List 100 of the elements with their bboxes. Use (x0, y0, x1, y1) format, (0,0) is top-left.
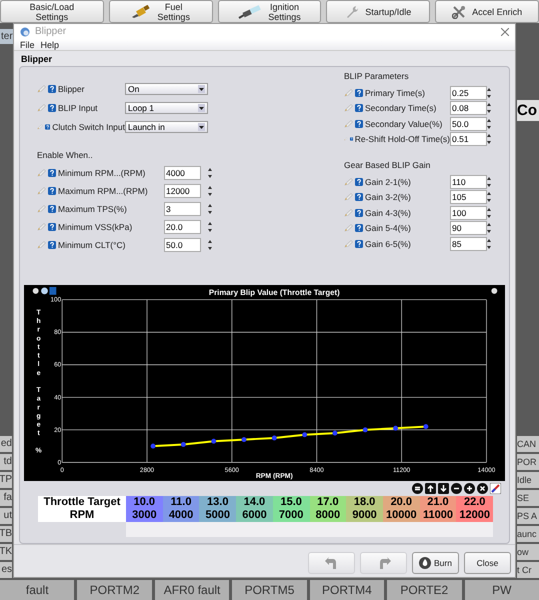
help-icon[interactable] (355, 178, 363, 186)
burn-button[interactable]: Burn (412, 552, 459, 574)
help-icon[interactable] (355, 224, 363, 232)
help-icon[interactable] (350, 135, 353, 144)
data-point[interactable] (180, 442, 186, 447)
spinner-icon[interactable] (208, 222, 212, 232)
table-cell[interactable]: 10.0 (134, 496, 156, 509)
table-column[interactable]: 11.0 4000 (162, 496, 200, 522)
toolbar-button[interactable]: Ignition Settings (218, 0, 322, 23)
help-icon[interactable] (355, 88, 363, 97)
number-field[interactable]: 4000 (164, 166, 201, 180)
data-point[interactable] (302, 432, 308, 438)
help-icon[interactable] (355, 104, 363, 112)
table-column[interactable]: 15.0 7000 (272, 496, 310, 522)
table-column[interactable]: 22.0 12000 (456, 496, 494, 522)
dropdown[interactable]: On (125, 82, 208, 94)
close-button[interactable]: Close (464, 552, 511, 574)
toolbar-button[interactable]: Fuel Settings (108, 0, 213, 23)
help-icon[interactable] (355, 208, 363, 217)
help-icon[interactable] (355, 120, 363, 128)
pen-icon[interactable] (490, 483, 501, 494)
help-icon[interactable] (48, 84, 56, 92)
chart-option-icon[interactable] (491, 288, 498, 294)
plus-icon[interactable] (464, 483, 475, 494)
minus-icon[interactable] (451, 483, 462, 494)
number-field[interactable]: 100 (450, 206, 487, 220)
table-cell: 4000 (168, 509, 194, 522)
table-column[interactable]: 13.0 5000 (199, 496, 236, 522)
number-field[interactable]: 20.0 (164, 220, 201, 234)
table-cell[interactable]: 21.0 (427, 496, 449, 509)
menu-item[interactable]: File (20, 40, 35, 50)
help-icon[interactable] (48, 223, 56, 231)
data-point[interactable] (150, 444, 156, 449)
gauge-label: ut (0, 508, 12, 524)
menu-item[interactable]: Help (40, 40, 60, 50)
toolbar-button[interactable]: Startup/Idle (326, 0, 430, 23)
table-cell[interactable]: 20.0 (390, 496, 412, 509)
toolbar-button[interactable]: Accel Enrich (435, 0, 539, 23)
number-field[interactable]: 50.0 (164, 238, 201, 252)
data-point[interactable] (423, 424, 428, 430)
table-column[interactable]: 21.0 11000 (420, 496, 456, 522)
table-cell: 12000 (459, 509, 490, 522)
dropdown[interactable]: Loop 1 (125, 102, 208, 114)
spinner-icon[interactable] (208, 168, 212, 178)
dashboard-heading: Co (517, 100, 539, 121)
number-field[interactable]: 3 (164, 202, 201, 216)
data-point[interactable] (211, 438, 216, 444)
arrow-up-icon[interactable] (425, 483, 436, 494)
side-tab[interactable]: ter (0, 29, 14, 44)
help-icon[interactable] (355, 193, 363, 202)
caret-icon (198, 104, 205, 112)
gauge-label: SE (517, 490, 539, 506)
help-icon[interactable] (48, 187, 56, 195)
number-field[interactable]: 0.25 (450, 86, 487, 100)
arrow-down-icon[interactable] (438, 483, 449, 494)
table-cell[interactable]: 17.0 (317, 496, 339, 509)
help-icon[interactable] (44, 122, 50, 130)
data-point[interactable] (362, 427, 368, 432)
number-field[interactable]: 12000 (164, 184, 201, 198)
number-field[interactable]: 0.51 (450, 132, 487, 146)
number-field[interactable]: 85 (450, 236, 487, 251)
table-column[interactable]: 20.0 10000 (382, 496, 420, 522)
number-field[interactable]: 50.0 (450, 116, 487, 131)
number-field[interactable]: 110 (450, 174, 487, 189)
table-cell[interactable]: 18.0 (354, 496, 376, 509)
equal-icon[interactable] (412, 483, 423, 494)
table-column[interactable]: 14.0 6000 (236, 496, 273, 522)
spinner-icon[interactable] (208, 186, 212, 196)
dropdown[interactable]: Launch in (125, 120, 208, 132)
field-label: Primary Time(s) (365, 88, 425, 98)
table-cell[interactable]: 11.0 (170, 496, 192, 509)
toolbar-button[interactable]: Basic/Load Settings (0, 0, 104, 23)
table-column[interactable]: 10.0 3000 (126, 496, 163, 522)
table-cell[interactable]: 22.0 (464, 496, 486, 509)
number-field[interactable]: 90 (450, 221, 487, 236)
table-cell: 6000 (242, 509, 267, 522)
help-icon[interactable] (48, 205, 56, 213)
help-icon[interactable] (48, 241, 56, 249)
table-column[interactable]: 17.0 8000 (310, 496, 346, 522)
number-field[interactable]: 0.08 (450, 101, 487, 116)
help-icon[interactable] (355, 240, 363, 248)
table-cell[interactable]: 13.0 (207, 496, 228, 509)
number-field[interactable]: 105 (450, 190, 487, 204)
help-icon[interactable] (48, 104, 56, 112)
help-icon[interactable] (48, 169, 56, 177)
spinner-icon[interactable] (208, 240, 212, 250)
caret-icon (198, 84, 205, 92)
data-point[interactable] (272, 436, 277, 440)
flame-icon (419, 557, 432, 569)
gauge-label: es (0, 562, 12, 578)
close-icon[interactable] (477, 483, 488, 494)
tools-icon (452, 4, 466, 18)
data-point[interactable] (332, 430, 338, 436)
table-cell[interactable]: 14.0 (244, 496, 266, 509)
gauge-label: ed (0, 436, 12, 452)
table-column[interactable]: 18.0 9000 (346, 496, 383, 522)
table-cell[interactable]: 15.0 (280, 496, 302, 509)
spinner-icon[interactable] (208, 204, 212, 214)
chart-toolbar-icon[interactable] (32, 286, 56, 295)
table-cell: 5000 (206, 509, 230, 522)
